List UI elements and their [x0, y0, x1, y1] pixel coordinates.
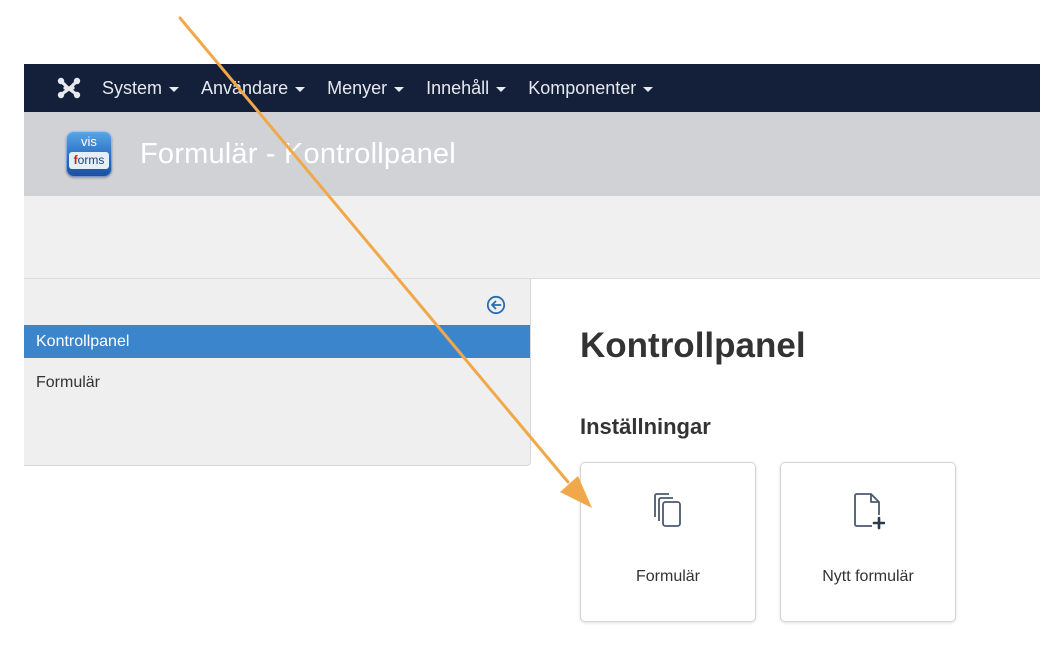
- nav-menu-users[interactable]: Användare: [201, 77, 306, 99]
- sidebar: Kontrollpanel Formulär: [24, 279, 531, 466]
- sidebar-item-control-panel[interactable]: Kontrollpanel: [24, 325, 530, 358]
- logo-text-rest: orms: [77, 153, 105, 167]
- visforms-logo: vis forms: [66, 131, 112, 177]
- logo-text-top: vis: [81, 134, 97, 149]
- new-document-plus-icon: [781, 491, 955, 533]
- sidebar-item-label: Formulär: [36, 374, 101, 391]
- page-title: Formulär - Kontrollpanel: [140, 137, 456, 170]
- collapse-arrow-left-icon[interactable]: [486, 295, 506, 315]
- caret-down-icon: [394, 86, 405, 92]
- page-header: vis forms Formulär - Kontrollpanel: [24, 112, 1040, 196]
- caret-down-icon: [643, 86, 654, 92]
- forms-tile-button[interactable]: Formulär: [580, 462, 756, 622]
- sidebar-item-label: Kontrollpanel: [36, 333, 130, 350]
- nav-menu-label: System: [102, 77, 163, 98]
- nav-menu-label: Innehåll: [426, 77, 490, 98]
- new-form-tile-button[interactable]: Nytt formulär: [780, 462, 956, 622]
- nav-menu-components[interactable]: Komponenter: [528, 77, 654, 99]
- screenshot-stage: System Användare Menyer Innehåll Kompone…: [0, 0, 1040, 646]
- main-title: Kontrollpanel: [580, 326, 806, 365]
- joomla-icon[interactable]: [52, 76, 86, 100]
- nav-menu-system[interactable]: System: [102, 77, 180, 99]
- section-title: Inställningar: [580, 414, 711, 439]
- nav-menu-menus[interactable]: Menyer: [327, 77, 405, 99]
- nav-menu-content[interactable]: Innehåll: [426, 77, 507, 99]
- tile-label: Formulär: [635, 568, 700, 585]
- copy-documents-icon: [581, 491, 755, 533]
- caret-down-icon: [295, 86, 306, 92]
- top-navbar: System Användare Menyer Innehåll Kompone…: [24, 64, 1040, 112]
- tile-label: Nytt formulär: [822, 568, 914, 585]
- caret-down-icon: [169, 86, 180, 92]
- nav-menu-label: Menyer: [327, 77, 388, 98]
- nav-menu-label: Användare: [201, 77, 289, 98]
- nav-menu-label: Komponenter: [528, 77, 637, 98]
- logo-text-bottom: forms: [69, 152, 109, 169]
- sidebar-item-forms[interactable]: Formulär: [24, 366, 530, 399]
- caret-down-icon: [496, 86, 507, 92]
- toolbar: [24, 196, 1040, 279]
